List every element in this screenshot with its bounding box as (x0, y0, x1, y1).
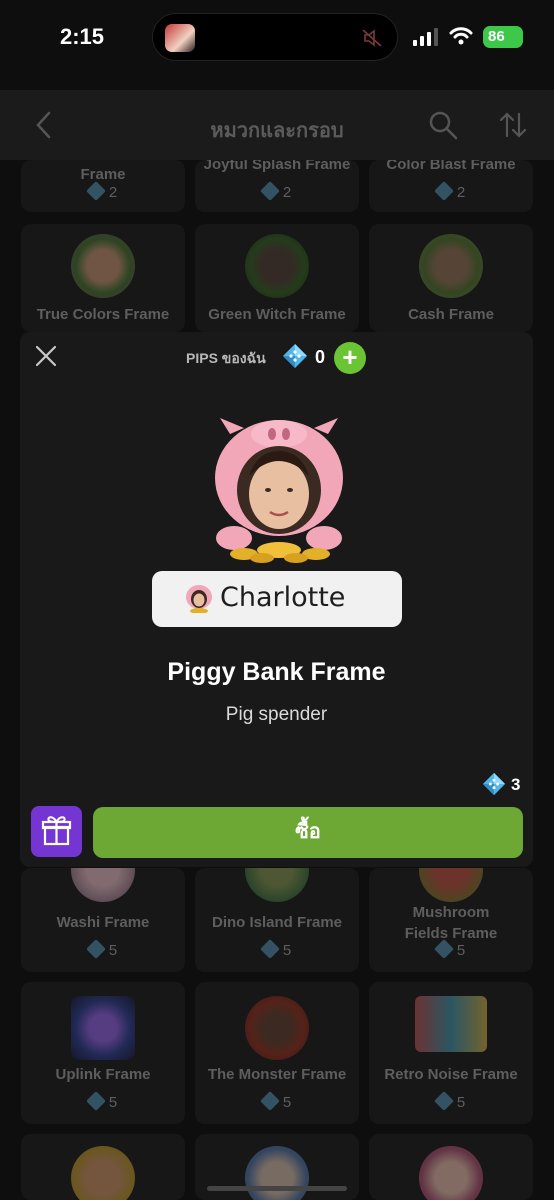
frame-card[interactable]: Mushroom Fields Frame 5 (369, 868, 533, 972)
gift-icon (41, 816, 72, 846)
frame-card-name: Cash Frame (408, 306, 494, 323)
frame-card-thumbnail (71, 234, 135, 298)
name-tag-text: Charlotte (220, 582, 346, 613)
frame-card-price: 2 (21, 181, 185, 201)
gem-icon (433, 1091, 454, 1111)
frame-card-thumbnail (419, 1146, 483, 1200)
frame-card-name: Mushroom Fields Frame (369, 902, 533, 944)
avatar (186, 585, 212, 613)
close-icon[interactable] (34, 344, 58, 368)
gem-icon (259, 1091, 280, 1111)
frame-card-price: 5 (369, 939, 533, 959)
frame-title: Piggy Bank Frame (167, 658, 386, 686)
pips-balance: 0 (315, 347, 326, 367)
cellular-signal-icon (413, 28, 438, 46)
frame-price: 3 (511, 775, 521, 794)
frame-card-name: Dino Island Frame (211, 914, 343, 931)
battery-level: 86 (488, 28, 505, 45)
now-playing-thumbnail (165, 24, 195, 52)
battery-indicator: 86 (483, 26, 523, 48)
gem-icon (433, 181, 454, 201)
gem-icon (482, 772, 506, 796)
frame-card-price: 5 (21, 1091, 185, 1111)
frame-card-name: Color Blast Frame (386, 160, 516, 173)
frame-card-price-value: 2 (282, 184, 292, 201)
frame-card[interactable]: Frame 2 (21, 160, 185, 212)
gem-icon (283, 344, 307, 368)
search-icon[interactable] (428, 110, 458, 140)
frame-card[interactable]: The Monster Frame 5 (195, 982, 359, 1124)
frame-card[interactable]: Green Witch Frame (195, 224, 359, 332)
frame-card-thumbnail (245, 868, 309, 902)
frame-card-price-value: 5 (456, 1094, 466, 1111)
frame-card-name: True Colors Frame (36, 306, 170, 323)
frame-card-price: 5 (21, 939, 185, 959)
gem-icon (259, 939, 280, 959)
frame-purchase-modal: PIPS ของฉัน 0 + Charlotte Piggy Bank Fra… (20, 332, 533, 867)
gem-icon (259, 181, 280, 201)
app-header: หมวกและกรอบ (0, 90, 554, 160)
frame-card-thumbnail (419, 868, 483, 902)
gem-icon (85, 939, 106, 959)
gift-button[interactable] (31, 806, 82, 857)
status-bar: 2:15 86 (0, 0, 554, 78)
dynamic-island (152, 13, 398, 61)
home-indicator[interactable] (207, 1186, 347, 1191)
piggy-bank-frame-preview (215, 418, 343, 563)
frame-card-price-value: 5 (108, 942, 118, 959)
frame-card-name: The Monster Frame (207, 1066, 347, 1083)
frame-card-name-line: Fields Frame (404, 925, 498, 942)
frame-card-price-value: 5 (108, 1094, 118, 1111)
frame-card-thumbnail (245, 1146, 309, 1200)
frame-card-price: 2 (195, 181, 359, 201)
frame-card-name-line: Mushroom (412, 904, 490, 921)
frame-card-price: 2 (369, 181, 533, 201)
frame-card-thumbnail (419, 234, 483, 298)
frame-card[interactable] (369, 1134, 533, 1200)
gem-icon (85, 181, 106, 201)
frame-card-name: Uplink Frame (55, 1066, 151, 1083)
gem-icon (85, 1091, 106, 1111)
frame-description: Pig spender (225, 704, 328, 725)
sort-icon[interactable] (498, 110, 528, 140)
frame-card-price-value: 5 (282, 1094, 292, 1111)
frame-card[interactable] (21, 1134, 185, 1200)
frame-card-price-value: 2 (108, 184, 118, 201)
frame-card-price-value: 5 (456, 942, 466, 959)
name-tag-preview: Charlotte (152, 571, 402, 627)
wifi-icon (449, 27, 473, 45)
frame-card[interactable]: Washi Frame 5 (21, 868, 185, 972)
frame-card[interactable]: Joyful Splash Frame 2 (195, 160, 359, 212)
mute-icon (362, 29, 382, 47)
frame-card[interactable]: Uplink Frame 5 (21, 982, 185, 1124)
frame-card-price: 5 (369, 1091, 533, 1111)
frame-card-name: Frame (80, 166, 126, 183)
frame-card-name: Green Witch Frame (208, 306, 346, 323)
buy-button[interactable]: ซื้อ (93, 807, 523, 858)
frame-card-thumbnail (415, 996, 487, 1052)
frame-card-name: Washi Frame (56, 914, 150, 931)
pips-label: PIPS ของฉัน (186, 350, 266, 366)
frame-card-thumbnail (245, 996, 309, 1060)
status-time: 2:15 (60, 24, 105, 49)
frame-card-price-value: 5 (282, 942, 292, 959)
frame-card-thumbnail (71, 996, 135, 1060)
frame-card-thumbnail (71, 1146, 135, 1200)
frame-card-price: 5 (195, 939, 359, 959)
gem-icon (433, 939, 454, 959)
frame-card-thumbnail (71, 868, 135, 902)
frame-card-price: 5 (195, 1091, 359, 1111)
frame-card-thumbnail (245, 234, 309, 298)
frame-card-name: Retro Noise Frame (384, 1066, 518, 1083)
frame-card[interactable]: Cash Frame (369, 224, 533, 332)
frame-card[interactable]: True Colors Frame (21, 224, 185, 332)
frame-card-price-value: 2 (456, 184, 466, 201)
frame-card[interactable]: Dino Island Frame 5 (195, 868, 359, 972)
page-title: หมวกและกรอบ (210, 120, 344, 142)
add-pips-button[interactable]: + (334, 342, 366, 374)
frame-card[interactable]: Retro Noise Frame 5 (369, 982, 533, 1124)
frame-card-name: Joyful Splash Frame (203, 160, 351, 173)
frame-card[interactable]: Color Blast Frame 2 (369, 160, 533, 212)
